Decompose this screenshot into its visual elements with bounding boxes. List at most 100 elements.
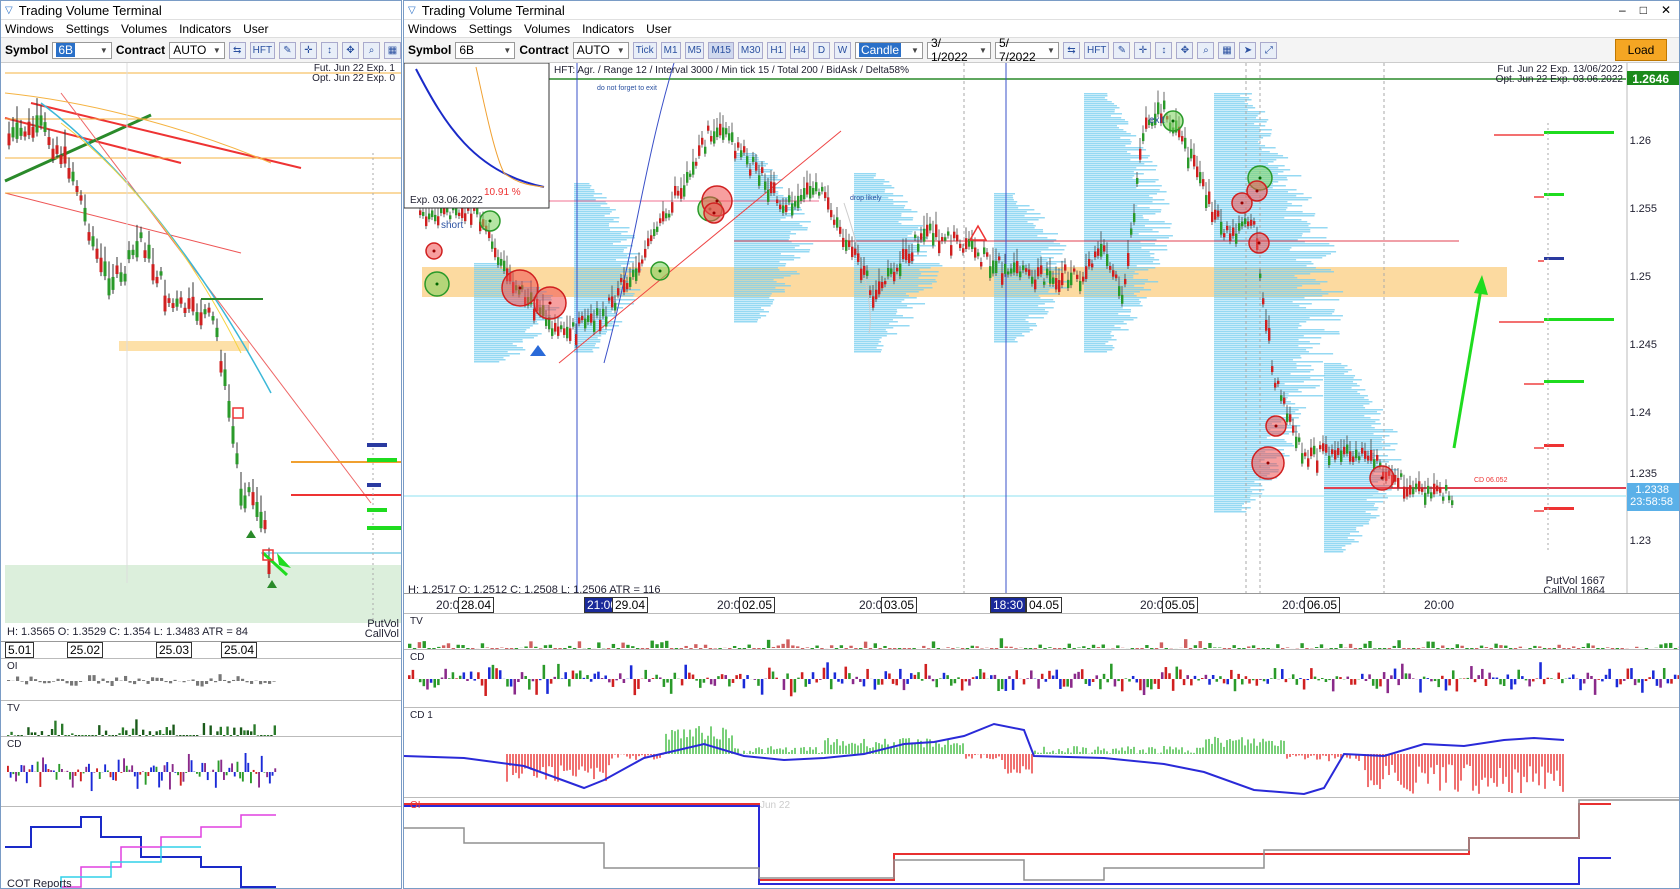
date-box: 25.04 (221, 642, 258, 658)
left-cd-canvas (7, 753, 277, 792)
left-oi-panel[interactable]: OI (1, 658, 401, 701)
date-from-picker[interactable]: 3/ 1/2022 ▼ (926, 36, 991, 64)
last-price-tag: 1.2338 (1635, 484, 1669, 496)
zoom-icon[interactable]: ⌕ (363, 41, 380, 59)
drop-annotation: drop likely (850, 195, 882, 202)
date-box: 03.05 (881, 597, 918, 613)
move-icon[interactable]: ✥ (342, 41, 359, 59)
opt-overlay: Opt. Jun 22 Exp. 03.06.2022 (1495, 74, 1623, 85)
timeframe-m15[interactable]: M15 (708, 41, 734, 59)
date-box: 29.04 (612, 597, 649, 613)
date-box: 02.05 (739, 597, 776, 613)
left-terminal-window: ▽ Trading Volume Terminal Windows Settin… (0, 0, 402, 889)
vertical-resize-icon[interactable]: ↕ (321, 41, 338, 59)
date-to-picker[interactable]: 5/ 7/2022 ▼ (994, 36, 1059, 64)
move-icon[interactable]: ✥ (1176, 41, 1194, 59)
expand-icon[interactable]: ⤢ (1260, 41, 1278, 59)
current-price-tag: 1.2646 (1632, 72, 1669, 86)
zoom-icon[interactable]: ⌕ (1197, 41, 1215, 59)
menu-user[interactable]: User (646, 22, 671, 36)
menu-windows[interactable]: Windows (408, 22, 457, 36)
right-tv-panel[interactable]: TV (404, 613, 1679, 650)
left-cot-canvas (5, 814, 276, 888)
timeframe-w[interactable]: W (833, 41, 851, 59)
right-title-bar[interactable]: ▽ Trading Volume Terminal – □ ✕ (404, 1, 1679, 20)
right-cd1-panel[interactable]: CD 1 (404, 707, 1679, 798)
left-tv-canvas (7, 719, 276, 737)
chevron-down-icon: ▼ (979, 45, 987, 55)
price-tick: 1.24 (1629, 407, 1651, 419)
right-cd-panel[interactable]: CD (404, 649, 1679, 708)
arrows-icon[interactable]: ⇆ (1062, 41, 1080, 59)
minimize-button[interactable]: – (1619, 3, 1626, 17)
timeframe-m30[interactable]: M30 (737, 41, 764, 59)
cd-label: CD (410, 652, 425, 663)
timeframe-h4[interactable]: H4 (790, 41, 809, 59)
hft-button[interactable]: HFT (249, 41, 275, 59)
app-logo-icon: ▽ (5, 4, 13, 16)
timeframe-m1[interactable]: M1 (660, 41, 681, 59)
oi-label: OI (410, 800, 421, 811)
pen-icon[interactable]: ✎ (1113, 41, 1131, 59)
right-cd1-canvas (404, 722, 1565, 796)
right-price-chart[interactable]: Exp. 03.06.2022 10.91 % HFT: Agr. / Rang… (404, 63, 1679, 597)
price-tick: 1.235 (1629, 468, 1657, 480)
maximize-button[interactable]: □ (1640, 3, 1647, 17)
symbol-select[interactable]: 6B ▼ (52, 41, 112, 59)
menu-settings[interactable]: Settings (469, 22, 512, 36)
time-label: 20:00 (1424, 598, 1455, 612)
chevron-down-icon: ▼ (616, 45, 625, 55)
chart-type-select[interactable]: Candle ▼ (854, 41, 923, 59)
right-oi-canvas (404, 799, 1679, 885)
menu-user[interactable]: User (243, 22, 268, 36)
contract-select[interactable]: AUTO ▼ (169, 41, 225, 59)
left-cd-panel[interactable]: CD (1, 736, 401, 807)
crosshair-icon[interactable]: ✛ (300, 41, 317, 59)
load-button[interactable]: Load (1615, 39, 1667, 61)
countdown-timer: 23:58:58 (1630, 496, 1673, 508)
vertical-resize-icon[interactable]: ↕ (1155, 41, 1173, 59)
menu-indicators[interactable]: Indicators (582, 22, 634, 36)
cursor-icon[interactable]: ➤ (1239, 41, 1257, 59)
chevron-down-icon: ▼ (911, 45, 919, 55)
left-price-chart[interactable]: Fut. Jun 22 Exp. 1 Opt. Jun 22 Exp. 0 H:… (1, 63, 401, 641)
right-oi-panel[interactable]: OI Jun 22 (404, 797, 1679, 888)
left-tv-panel[interactable]: TV (1, 700, 401, 737)
left-cot-panel[interactable]: COT Reports (1, 806, 401, 888)
price-tick: 1.23 (1629, 535, 1651, 547)
right-menu-bar: Windows Settings Volumes Indicators User (404, 20, 1679, 37)
inset-percent: 10.91 % (484, 187, 521, 198)
oi-label: OI (7, 661, 18, 672)
menu-windows[interactable]: Windows (5, 22, 54, 36)
reminder-annotation: do not forget to exit (597, 85, 657, 92)
timeframe-d[interactable]: D (812, 41, 830, 59)
symbol-select[interactable]: 6B ▼ (455, 41, 516, 59)
chart-icon[interactable]: ▦ (1218, 41, 1236, 59)
menu-volumes[interactable]: Volumes (524, 22, 570, 36)
left-oi-canvas (7, 674, 276, 687)
timeframe-m5[interactable]: M5 (684, 41, 705, 59)
left-menu-bar: Windows Settings Volumes Indicators User (1, 20, 401, 37)
timeframe-h1[interactable]: H1 (767, 41, 787, 59)
chart-icon[interactable]: ▦ (384, 41, 401, 59)
close-button[interactable]: ✕ (1661, 3, 1671, 17)
pen-icon[interactable]: ✎ (279, 41, 296, 59)
price-tick: 1.25 (1629, 271, 1651, 283)
timeframe-tick[interactable]: Tick (632, 41, 657, 59)
price-tick: 1.245 (1629, 339, 1657, 351)
price-tick: 1.26 (1629, 135, 1651, 147)
left-callvol: CallVol (364, 628, 399, 640)
crosshair-time-box: 18:30 (990, 597, 1027, 613)
contract-select[interactable]: AUTO ▼ (572, 41, 629, 59)
hft-button[interactable]: HFT (1083, 41, 1110, 59)
left-title-bar[interactable]: ▽ Trading Volume Terminal (1, 1, 401, 20)
crosshair-icon[interactable]: ✛ (1134, 41, 1152, 59)
menu-settings[interactable]: Settings (66, 22, 109, 36)
menu-volumes[interactable]: Volumes (121, 22, 167, 36)
arrows-icon[interactable]: ⇆ (228, 41, 246, 59)
contract-label: Contract (115, 43, 166, 57)
right-terminal-window: ▽ Trading Volume Terminal – □ ✕ Windows … (403, 0, 1680, 889)
left-toolbar: Symbol 6B ▼ Contract AUTO ▼ ⇆ HFT ✎ ✛ ↕ ✥ … (1, 37, 401, 63)
date-box: 04.05 (1026, 597, 1063, 613)
menu-indicators[interactable]: Indicators (179, 22, 231, 36)
